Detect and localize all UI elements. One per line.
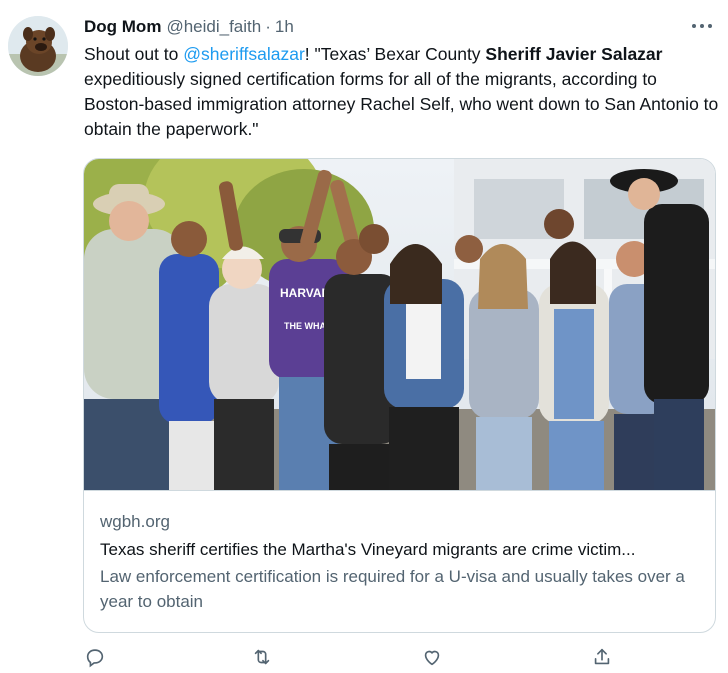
tweet-actions: [84, 646, 704, 670]
tweet-text-prefix: Shout out to: [84, 44, 184, 64]
dog-avatar-image: [8, 16, 68, 76]
link-card[interactable]: HARVARD THE WHALE wgbh.org Texas sheriff…: [83, 158, 716, 633]
retweet-icon[interactable]: [251, 646, 275, 670]
card-photo[interactable]: HARVARD THE WHALE: [84, 159, 715, 491]
share-icon[interactable]: [591, 646, 615, 670]
separator-dot: ·: [265, 17, 271, 36]
timestamp[interactable]: 1h: [275, 17, 294, 37]
card-domain[interactable]: wgbh.org: [100, 511, 700, 533]
card-description: Law enforcement certification is require…: [100, 567, 685, 611]
author-handle[interactable]: @heidi_faith: [166, 17, 261, 37]
mention-link[interactable]: @sheriffsalazar: [183, 44, 305, 64]
reply-icon[interactable]: [84, 646, 108, 670]
avatar[interactable]: [8, 16, 68, 76]
like-icon[interactable]: [421, 646, 445, 670]
tweet-text-bold: Sheriff Javier Salazar: [485, 44, 663, 64]
tweet-text-suffix: expeditiously signed certification forms…: [84, 69, 719, 139]
tweet[interactable]: Dog Mom @heidi_faith · 1h Shout out to @…: [0, 0, 728, 670]
tweet-text: Shout out to @sheriffsalazar! "Texas’ Be…: [84, 42, 720, 142]
tweet-text-mid: ! "Texas’ Bexar County: [304, 44, 486, 64]
author-name[interactable]: Dog Mom: [84, 17, 161, 37]
tweet-header: Dog Mom @heidi_faith · 1h: [84, 14, 294, 40]
card-body[interactable]: wgbh.org Texas sheriff certifies the Mar…: [100, 511, 700, 614]
group-photo-image: HARVARD THE WHALE: [84, 159, 715, 490]
more-options-icon[interactable]: [688, 14, 716, 38]
card-title[interactable]: Texas sheriff certifies the Martha's Vin…: [100, 537, 700, 562]
